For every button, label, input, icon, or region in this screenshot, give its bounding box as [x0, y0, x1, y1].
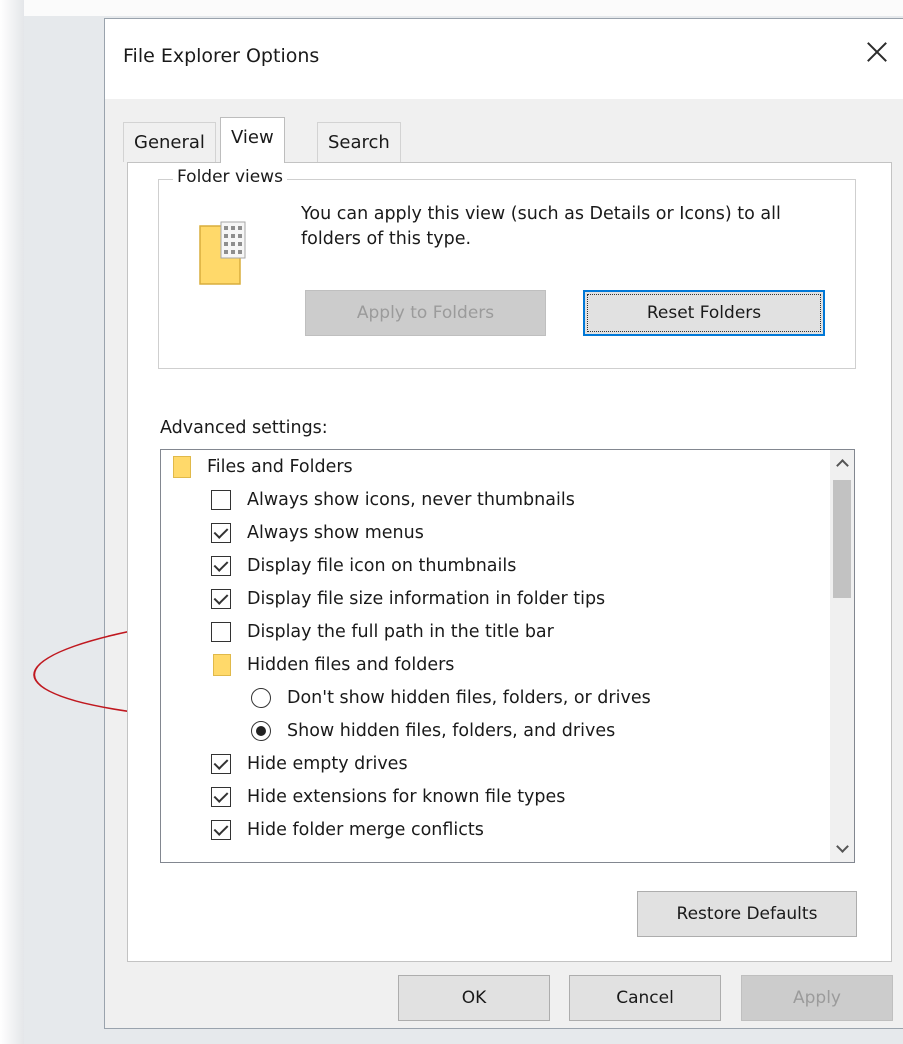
- chevron-down-icon[interactable]: [830, 836, 854, 862]
- list-item-label: Files and Folders: [207, 457, 353, 477]
- restore-defaults-button[interactable]: Restore Defaults: [637, 891, 857, 937]
- file-explorer-options-dialog: File Explorer Options General View Searc…: [31, 18, 903, 1029]
- ok-button[interactable]: OK: [398, 975, 550, 1021]
- advanced-settings-label: Advanced settings:: [160, 418, 328, 438]
- view-tab-panel: Folder views You can apply this view (su…: [127, 162, 892, 962]
- list-item-label: Hide extensions for known file types: [247, 787, 566, 807]
- dialog-title: File Explorer Options: [123, 45, 320, 67]
- checkbox[interactable]: [211, 787, 231, 807]
- tab-view[interactable]: View: [220, 117, 285, 163]
- apply-to-folders-label: Apply to Folders: [356, 303, 495, 323]
- reset-folders-button[interactable]: Reset Folders: [583, 290, 825, 336]
- checkbox[interactable]: [211, 490, 231, 510]
- apply-to-folders-button[interactable]: Apply to Folders: [305, 290, 546, 336]
- cancel-label: Cancel: [616, 988, 674, 1008]
- title-bar: File Explorer Options: [105, 19, 903, 99]
- list-item-label: Display file icon on thumbnails: [247, 556, 517, 576]
- list-item-label: Hidden files and folders: [247, 655, 455, 675]
- desktop-top: [0, 0, 903, 16]
- apply-label: Apply: [793, 988, 841, 1008]
- checkbox[interactable]: [211, 589, 231, 609]
- scrollbar-thumb[interactable]: [833, 480, 851, 598]
- checkbox[interactable]: [211, 820, 231, 840]
- apply-button[interactable]: Apply: [741, 975, 893, 1021]
- list-item-label: Always show menus: [247, 523, 424, 543]
- folder-icon: [173, 456, 191, 478]
- checkbox[interactable]: [211, 523, 231, 543]
- list-item-label: Show hidden files, folders, and drives: [287, 721, 616, 741]
- radio-button[interactable]: [251, 688, 271, 708]
- reset-folders-label: Reset Folders: [646, 303, 762, 323]
- chevron-up-icon[interactable]: [830, 450, 854, 476]
- restore-defaults-label: Restore Defaults: [676, 904, 818, 924]
- folder-view-icon: [199, 221, 246, 285]
- ok-label: OK: [461, 988, 487, 1008]
- checkbox[interactable]: [211, 556, 231, 576]
- desktop-left: [0, 0, 24, 1044]
- list-item-label: Hide empty drives: [247, 754, 408, 774]
- checkbox[interactable]: [211, 754, 231, 774]
- list-item-label: Display file size information in folder …: [247, 589, 606, 609]
- folder-views-legend: Folder views: [173, 167, 287, 187]
- folder-views-group: Folder views You can apply this view (su…: [158, 167, 856, 369]
- list-scrollbar[interactable]: [830, 450, 854, 862]
- checkbox[interactable]: [211, 622, 231, 642]
- folder-icon: [213, 654, 231, 676]
- list-item-label: Display the full path in the title bar: [247, 622, 554, 642]
- folder-views-description: You can apply this view (such as Details…: [301, 204, 781, 249]
- advanced-settings-list[interactable]: Files and Folders Always show icons, nev…: [160, 449, 855, 863]
- tab-general[interactable]: General: [123, 122, 216, 162]
- close-icon[interactable]: [859, 35, 895, 71]
- list-item-label: Don't show hidden files, folders, or dri…: [287, 688, 651, 708]
- radio-button[interactable]: [251, 721, 271, 741]
- list-item-label: Hide folder merge conflicts: [247, 820, 484, 840]
- tab-search[interactable]: Search: [317, 122, 401, 162]
- list-item-label: Always show icons, never thumbnails: [247, 490, 575, 510]
- cancel-button[interactable]: Cancel: [569, 975, 721, 1021]
